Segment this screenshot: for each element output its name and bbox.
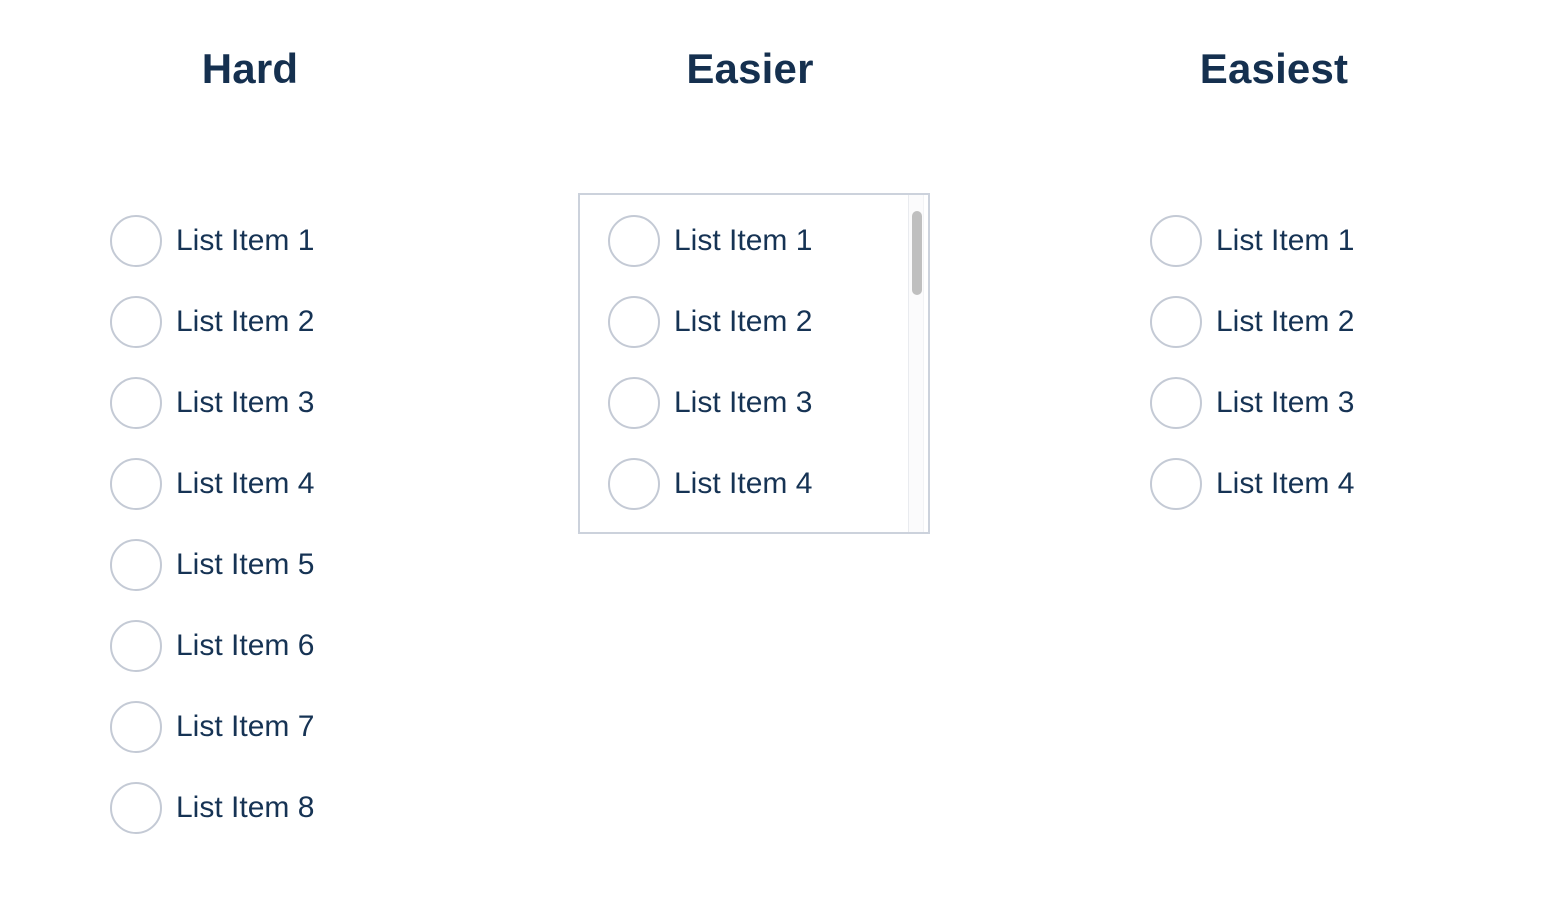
list-item-label: List Item 4 [1216, 467, 1355, 500]
list-item[interactable]: List Item 3 [1150, 374, 1354, 432]
list-item-label: List Item 2 [674, 305, 813, 338]
list-item-label: List Item 1 [1216, 224, 1355, 257]
radio-button-icon[interactable] [1150, 458, 1202, 510]
list-item-label: List Item 3 [674, 386, 813, 419]
list-item-label: List Item 2 [1216, 305, 1355, 338]
radio-button-icon[interactable] [1150, 377, 1202, 429]
radio-button-icon[interactable] [110, 620, 162, 672]
radio-button-icon[interactable] [110, 539, 162, 591]
list-item-label: List Item 6 [176, 629, 315, 662]
list-item[interactable]: List Item 2 [110, 293, 314, 351]
column-title-easiest: Easiest [1199, 45, 1349, 92]
radio-button-icon[interactable] [608, 296, 660, 348]
column-title-hard: Hard [201, 45, 299, 92]
list-item-label: List Item 3 [176, 386, 315, 419]
radio-button-icon[interactable] [110, 296, 162, 348]
radio-button-icon[interactable] [1150, 296, 1202, 348]
radio-button-icon[interactable] [110, 215, 162, 267]
list-item[interactable]: List Item 5 [110, 536, 314, 594]
list-item[interactable]: List Item 1 [1150, 212, 1354, 270]
list-item[interactable]: List Item 7 [110, 698, 314, 756]
radio-button-icon[interactable] [1150, 215, 1202, 267]
radio-button-icon[interactable] [110, 782, 162, 834]
comparison-board: Hard List Item 1 List Item 2 List Item 3… [0, 0, 1548, 905]
radio-button-icon[interactable] [110, 377, 162, 429]
radio-button-icon[interactable] [608, 458, 660, 510]
list-item-label: List Item 1 [674, 224, 813, 257]
column-title-easier: Easier [686, 45, 814, 92]
list-item[interactable]: List Item 2 [1150, 293, 1354, 351]
list-item[interactable]: List Item 4 [110, 455, 314, 513]
radio-button-icon[interactable] [110, 458, 162, 510]
list-item-label: List Item 4 [674, 467, 813, 500]
scroll-viewport[interactable]: List Item 1 List Item 2 List Item 3 List… [580, 195, 928, 532]
radio-button-icon[interactable] [110, 701, 162, 753]
option-list-hard: List Item 1 List Item 2 List Item 3 List… [110, 212, 314, 837]
list-item[interactable]: List Item 1 [608, 212, 812, 270]
list-item-label: List Item 1 [176, 224, 315, 257]
list-item-label: List Item 5 [176, 548, 315, 581]
list-item-label: List Item 3 [1216, 386, 1355, 419]
option-list-easier: List Item 1 List Item 2 List Item 3 List… [608, 212, 812, 513]
list-item-label: List Item 7 [176, 710, 315, 743]
scrollable-list-container[interactable]: List Item 1 List Item 2 List Item 3 List… [578, 193, 930, 534]
list-item[interactable]: List Item 2 [608, 293, 812, 351]
radio-button-icon[interactable] [608, 215, 660, 267]
radio-button-icon[interactable] [608, 377, 660, 429]
vertical-scrollbar-thumb[interactable] [912, 211, 922, 295]
option-list-easiest: List Item 1 List Item 2 List Item 3 List… [1150, 212, 1354, 513]
list-item-label: List Item 2 [176, 305, 315, 338]
list-item[interactable]: List Item 3 [608, 374, 812, 432]
list-item-label: List Item 8 [176, 791, 315, 824]
vertical-scrollbar-track[interactable] [908, 195, 924, 532]
list-item[interactable]: List Item 6 [110, 617, 314, 675]
list-item[interactable]: List Item 4 [1150, 455, 1354, 513]
list-item[interactable]: List Item 3 [110, 374, 314, 432]
list-item[interactable]: List Item 8 [110, 779, 314, 837]
list-item[interactable]: List Item 4 [608, 455, 812, 513]
list-item[interactable]: List Item 1 [110, 212, 314, 270]
list-item-label: List Item 4 [176, 467, 315, 500]
